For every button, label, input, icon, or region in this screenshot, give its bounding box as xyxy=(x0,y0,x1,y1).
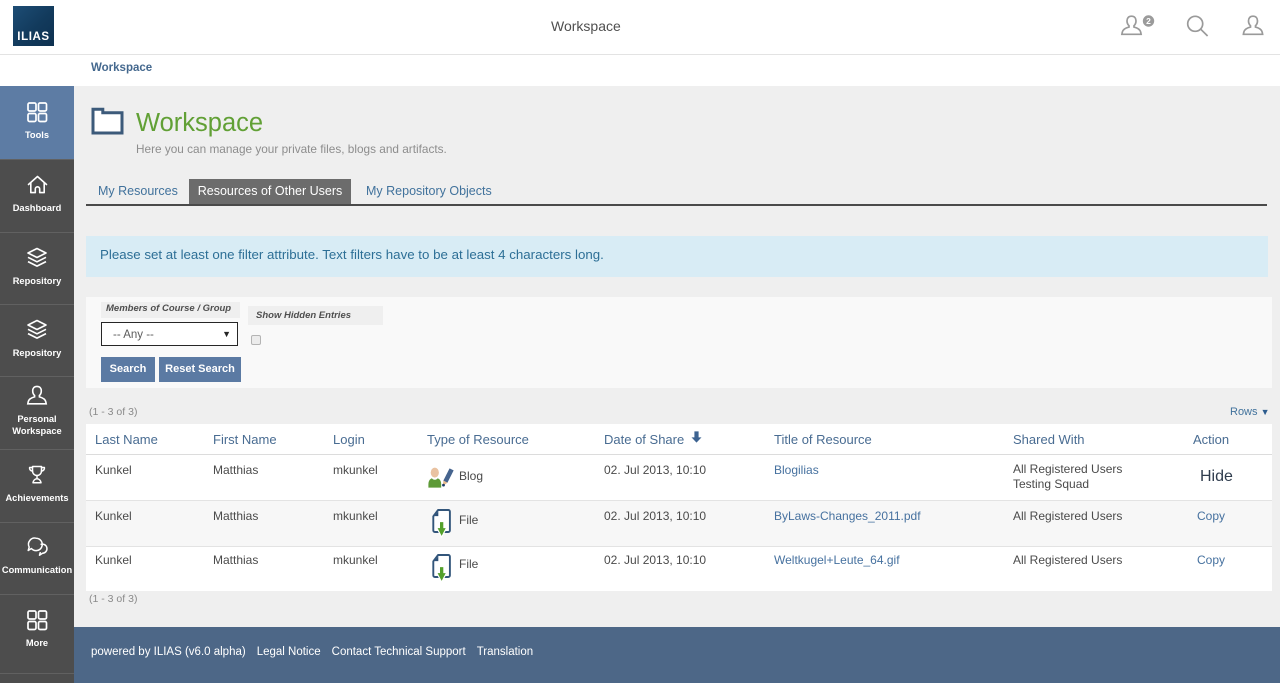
svg-text:2: 2 xyxy=(1146,16,1151,26)
